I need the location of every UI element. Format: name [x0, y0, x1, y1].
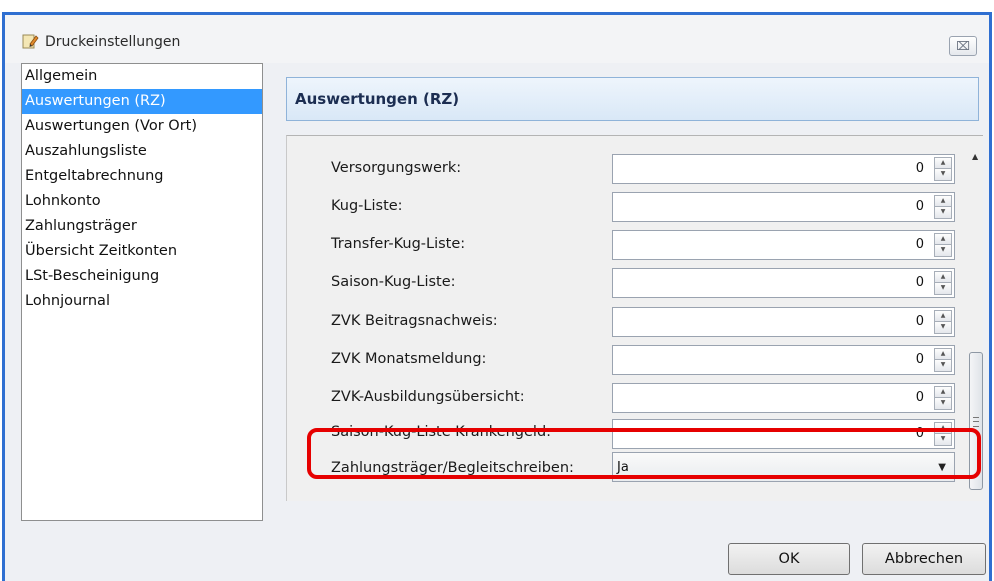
stepper-value: 0 — [915, 352, 924, 367]
increment-icon[interactable]: ▲ — [934, 195, 952, 207]
stepper-buttons: ▲ ▼ — [934, 233, 952, 257]
field-label-saison-kug-liste: Saison-Kug-Liste: — [331, 274, 456, 290]
transfer-kug-liste-stepper[interactable]: 0 ▲ ▼ — [612, 230, 955, 260]
sidebar-item-lohnkonto[interactable]: Lohnkonto — [22, 189, 262, 214]
stepper-value: 0 — [915, 314, 924, 329]
sidebar-item-auswertungen-vor-ort[interactable]: Auswertungen (Vor Ort) — [22, 114, 262, 139]
grip-icon — [973, 417, 979, 427]
stepper-buttons: ▲ ▼ — [934, 386, 952, 410]
decrement-icon[interactable]: ▼ — [934, 169, 952, 181]
field-label-zvk-monatsmeldung: ZVK Monatsmeldung: — [331, 351, 487, 367]
stepper-value: 0 — [915, 161, 924, 176]
increment-icon[interactable]: ▲ — [934, 271, 952, 283]
field-label-zvk-beitragsnachweis: ZVK Beitragsnachweis: — [331, 313, 498, 329]
increment-icon[interactable]: ▲ — [934, 348, 952, 360]
stepper-value: 0 — [915, 275, 924, 290]
category-list: Allgemein Auswertungen (RZ) Auswertungen… — [21, 63, 263, 521]
sidebar-item-lohnjournal[interactable]: Lohnjournal — [22, 289, 262, 314]
field-label-versorgungswerk: Versorgungswerk: — [331, 160, 462, 176]
increment-icon[interactable]: ▲ — [934, 386, 952, 398]
annotation-highlight-box — [307, 428, 981, 479]
decrement-icon[interactable]: ▼ — [934, 245, 952, 257]
kug-liste-stepper[interactable]: 0 ▲ ▼ — [612, 192, 955, 222]
stepper-buttons: ▲ ▼ — [934, 195, 952, 219]
decrement-icon[interactable]: ▼ — [934, 283, 952, 295]
sidebar-item-uebersicht-zeitkonten[interactable]: Übersicht Zeitkonten — [22, 239, 262, 264]
stepper-buttons: ▲ ▼ — [934, 310, 952, 334]
field-label-zvk-ausbildungsuebersicht: ZVK-Ausbildungsübersicht: — [331, 389, 525, 405]
edit-document-icon — [22, 34, 39, 49]
zvk-monatsmeldung-stepper[interactable]: 0 ▲ ▼ — [612, 345, 955, 375]
stepper-buttons: ▲ ▼ — [934, 348, 952, 372]
sidebar-item-zahlungstraeger[interactable]: Zahlungsträger — [22, 214, 262, 239]
cancel-button[interactable]: Abbrechen — [862, 543, 986, 575]
panel-title: Auswertungen (RZ) — [295, 90, 460, 108]
close-button[interactable]: ⌧ — [949, 36, 977, 56]
increment-icon[interactable]: ▲ — [934, 310, 952, 322]
title-bar: Druckeinstellungen ⌧ — [5, 15, 989, 63]
increment-icon[interactable]: ▲ — [934, 157, 952, 169]
sidebar-item-auswertungen-rz[interactable]: Auswertungen (RZ) — [22, 89, 262, 114]
field-label-kug-liste: Kug-Liste: — [331, 198, 403, 214]
ok-button[interactable]: OK — [728, 543, 850, 575]
stepper-value: 0 — [915, 237, 924, 252]
increment-icon[interactable]: ▲ — [934, 233, 952, 245]
scroll-up-arrow-icon[interactable]: ▲ — [972, 152, 978, 161]
decrement-icon[interactable]: ▼ — [934, 360, 952, 372]
print-settings-dialog: Druckeinstellungen ⌧ Allgemein Auswertun… — [2, 12, 992, 581]
versorgungswerk-stepper[interactable]: 0 ▲ ▼ — [612, 154, 955, 184]
zvk-beitragsnachweis-stepper[interactable]: 0 ▲ ▼ — [612, 307, 955, 337]
zvk-ausbildungsuebersicht-stepper[interactable]: 0 ▲ ▼ — [612, 383, 955, 413]
window-title: Druckeinstellungen — [45, 34, 181, 50]
saison-kug-liste-stepper[interactable]: 0 ▲ ▼ — [612, 268, 955, 298]
stepper-buttons: ▲ ▼ — [934, 157, 952, 181]
decrement-icon[interactable]: ▼ — [934, 322, 952, 334]
field-label-transfer-kug-liste: Transfer-Kug-Liste: — [331, 236, 466, 252]
stepper-value: 0 — [915, 390, 924, 405]
sidebar-item-entgeltabrechnung[interactable]: Entgeltabrechnung — [22, 164, 262, 189]
stepper-value: 0 — [915, 199, 924, 214]
panel-header: Auswertungen (RZ) — [286, 77, 979, 121]
close-icon: ⌧ — [956, 39, 970, 53]
decrement-icon[interactable]: ▼ — [934, 207, 952, 219]
decrement-icon[interactable]: ▼ — [934, 398, 952, 410]
sidebar-item-auszahlungsliste[interactable]: Auszahlungsliste — [22, 139, 262, 164]
stepper-buttons: ▲ ▼ — [934, 271, 952, 295]
sidebar-item-allgemein[interactable]: Allgemein — [22, 64, 262, 89]
sidebar-item-lst-bescheinigung[interactable]: LSt-Bescheinigung — [22, 264, 262, 289]
